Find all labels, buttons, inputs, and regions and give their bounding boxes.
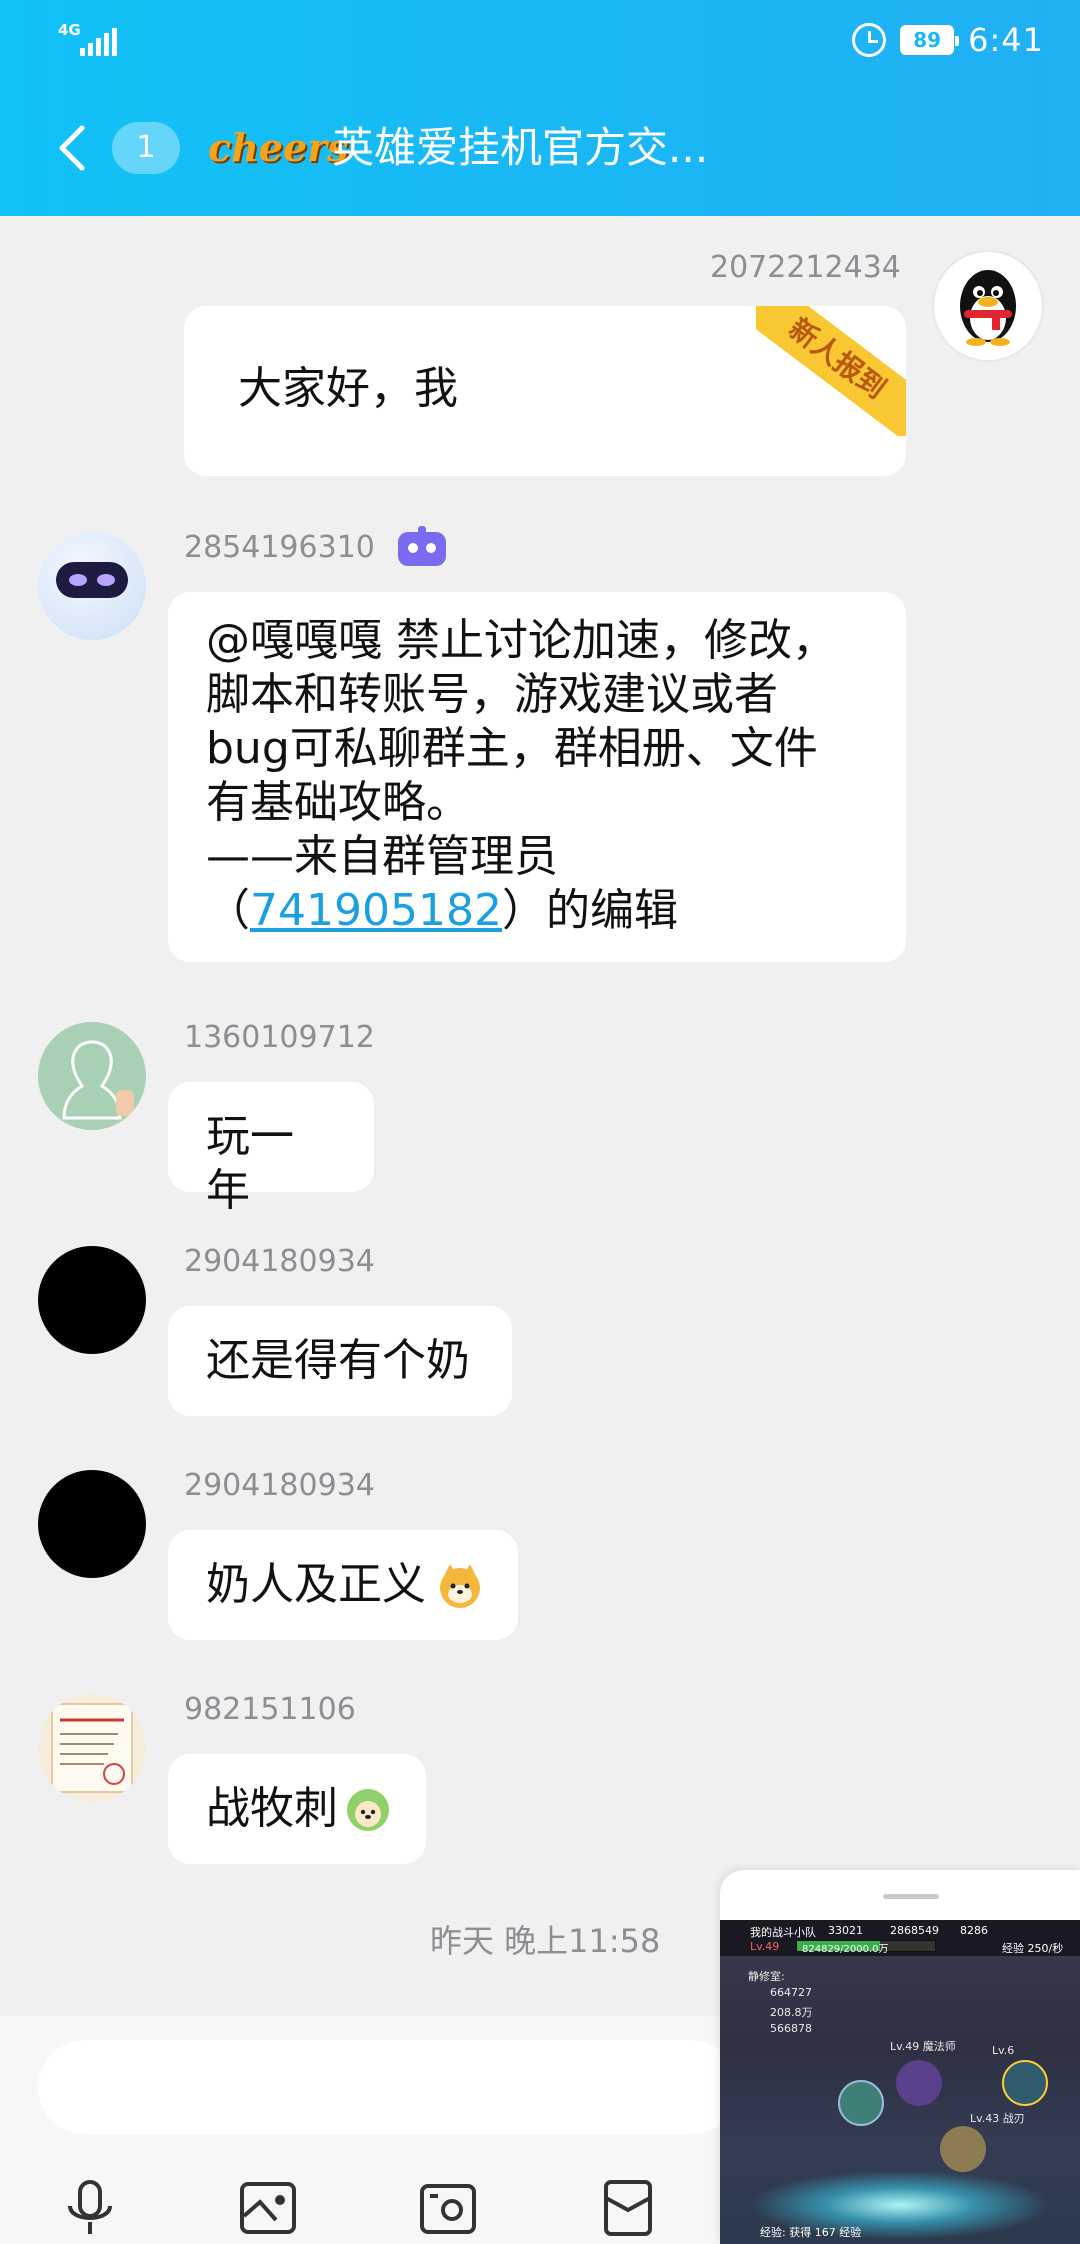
message-bubble[interactable]: 玩一年 — [168, 1082, 374, 1216]
group-logo: cheers — [208, 125, 349, 170]
sender-id: 2854196310 — [184, 530, 375, 565]
newcomer-ribbon: 新人报到 — [756, 306, 906, 436]
message-text: 玩一年 — [206, 1111, 294, 1216]
battery-level: 89 — [913, 28, 942, 52]
floating-video-window[interactable]: 我的战斗小队 33021 2868549 8286 Lv.49 824829/2… — [720, 1870, 1080, 2244]
battery-icon: 89 — [900, 25, 960, 55]
chevron-left-icon — [59, 125, 85, 171]
drag-handle[interactable] — [883, 1894, 939, 1899]
message-text: 还是得有个奶 — [206, 1335, 470, 1386]
avatar[interactable] — [934, 252, 1042, 360]
message-bubble[interactable]: 大家好，我 新人报到 — [184, 306, 906, 476]
message-line: @嘎嘎嘎 禁止讨论加速，修改， — [206, 615, 836, 666]
message-list[interactable]: 2072212434 大家好，我 新人报到 2854196310 @嘎嘎嘎 禁止… — [0, 216, 1080, 2016]
back-button[interactable] — [52, 122, 96, 174]
avatar[interactable] — [38, 1694, 146, 1802]
message-line: （741905182）的编辑 — [206, 885, 678, 936]
cellular-signal-icon: 4G — [58, 22, 118, 58]
voice-button[interactable] — [58, 2176, 122, 2240]
chat-header: 4G 89 6:41 1 cheers 英雄爱挂机官方交... — [0, 0, 1080, 216]
shiba-emoji-icon — [440, 1564, 480, 1608]
avatar[interactable] — [38, 1246, 146, 1354]
avatar[interactable] — [38, 532, 146, 640]
bot-badge-icon — [398, 526, 446, 566]
image-button[interactable] — [236, 2176, 300, 2240]
status-time: 6:41 — [968, 21, 1044, 59]
message-line: bug可私聊群主，群相册、文件 — [206, 723, 818, 774]
sender-id: 2904180934 — [184, 1244, 375, 1279]
voice-icon — [68, 2180, 112, 2234]
sketch-avatar-icon — [62, 1040, 134, 1120]
sender-id: 982151106 — [184, 1692, 356, 1727]
image-icon — [240, 2182, 296, 2234]
camera-icon — [420, 2184, 476, 2234]
game-top-bar: 我的战斗小队 33021 2868549 8286 Lv.49 824829/2… — [720, 1920, 1080, 1956]
ribbon-label: 新人报到 — [756, 306, 906, 436]
message-line: 有基础攻略。 — [206, 777, 470, 828]
avatar[interactable] — [38, 1022, 146, 1130]
message-text: 奶人及正义 — [206, 1559, 426, 1610]
group-title[interactable]: 英雄爱挂机官方交... — [332, 120, 708, 176]
message-input[interactable] — [38, 2040, 738, 2134]
camera-button[interactable] — [416, 2176, 480, 2240]
nav-bar: 1 cheers 英雄爱挂机官方交... — [0, 100, 1080, 196]
message-text: 战牧刺 — [206, 1783, 338, 1834]
red-packet-icon — [604, 2180, 652, 2236]
message-line: ——来自群管理员 — [206, 831, 558, 882]
message-timestamp: 昨天 晚上11:58 — [430, 1922, 661, 1960]
message-text: 大家好，我 — [238, 363, 458, 414]
game-screenshot: 我的战斗小队 33021 2868549 8286 Lv.49 824829/2… — [720, 1920, 1080, 2244]
unread-count-badge[interactable]: 1 — [112, 122, 180, 174]
admin-id-link[interactable]: 741905182 — [250, 885, 502, 936]
game-unit — [838, 2080, 884, 2126]
message-bubble[interactable]: 奶人及正义 — [168, 1530, 518, 1640]
status-bar: 4G 89 6:41 — [0, 0, 1080, 80]
alarm-icon — [852, 23, 887, 57]
message-bubble[interactable]: 还是得有个奶 — [168, 1306, 512, 1416]
network-type-label: 4G — [58, 21, 81, 39]
sender-id: 2072212434 — [710, 250, 901, 285]
penguin-avatar-icon — [960, 270, 1016, 346]
robot-avatar-icon — [56, 562, 128, 598]
sender-id: 2904180934 — [184, 1468, 375, 1503]
message-bubble[interactable]: 战牧刺 — [168, 1754, 426, 1864]
certificate-avatar-icon — [51, 1703, 133, 1793]
sender-id: 1360109712 — [184, 1020, 375, 1055]
avatar[interactable] — [38, 1470, 146, 1578]
game-unit — [940, 2126, 986, 2172]
cabbage-dog-emoji-icon — [347, 1789, 389, 1831]
message-bubble[interactable]: @嘎嘎嘎 禁止讨论加速，修改， 脚本和转账号，游戏建议或者 bug可私聊群主，群… — [168, 592, 906, 962]
message-line: 脚本和转账号，游戏建议或者 — [206, 669, 778, 720]
red-packet-button[interactable] — [596, 2176, 660, 2240]
game-unit — [896, 2060, 942, 2106]
game-unit — [1002, 2060, 1048, 2106]
